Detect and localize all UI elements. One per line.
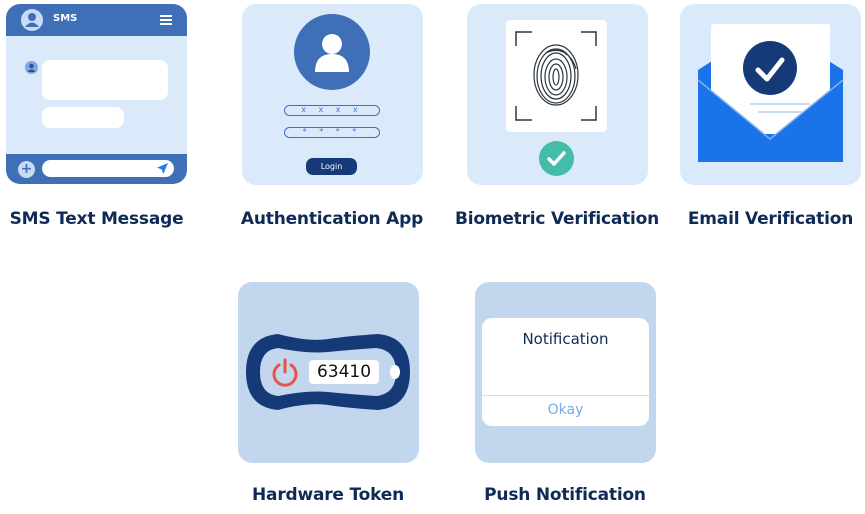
hamburger-menu-icon — [160, 15, 172, 25]
sms-header: SMS — [6, 4, 187, 36]
username-field: x x x x — [284, 105, 380, 116]
method-label: Biometric Verification — [454, 209, 660, 229]
check-circle-icon — [539, 141, 574, 176]
method-label: Hardware Token — [252, 485, 404, 505]
message-bubble — [42, 60, 168, 100]
user-avatar-icon — [21, 9, 43, 31]
notification-dialog: Notification Okay — [482, 318, 649, 426]
check-circle-icon — [743, 41, 797, 95]
method-label: Email Verification — [687, 209, 854, 229]
biometric-illustration-card — [467, 4, 648, 185]
email-illustration-card — [680, 4, 861, 185]
divider — [482, 395, 649, 396]
plus-icon: + — [18, 161, 35, 178]
user-avatar-icon — [294, 14, 370, 90]
okay-button: Okay — [547, 402, 584, 418]
sms-footer: + — [6, 154, 187, 184]
method-label: SMS Text Message — [9, 209, 184, 229]
password-field: * * * * — [284, 127, 380, 138]
method-label: Push Notification — [484, 485, 646, 505]
login-button: Login — [306, 158, 357, 175]
envelope-icon — [697, 24, 844, 162]
send-icon — [157, 163, 168, 174]
message-bubble — [42, 107, 124, 128]
message-input — [42, 160, 174, 177]
sms-header-title: SMS — [53, 13, 78, 24]
sms-illustration-card: SMS + — [6, 4, 187, 184]
auth-app-illustration-card: x x x x * * * * Login — [242, 4, 423, 185]
fingerprint-icon — [533, 44, 579, 106]
method-label: Authentication App — [240, 209, 424, 229]
hardware-token-illustration-card: 63410 — [238, 282, 419, 463]
sender-avatar-icon — [25, 61, 38, 74]
notification-title: Notification — [522, 330, 609, 348]
token-code: 63410 — [309, 360, 379, 384]
push-notification-illustration-card: Notification Okay — [475, 282, 656, 463]
scanner-panel — [506, 20, 607, 132]
scan-frame-icon — [515, 31, 597, 121]
